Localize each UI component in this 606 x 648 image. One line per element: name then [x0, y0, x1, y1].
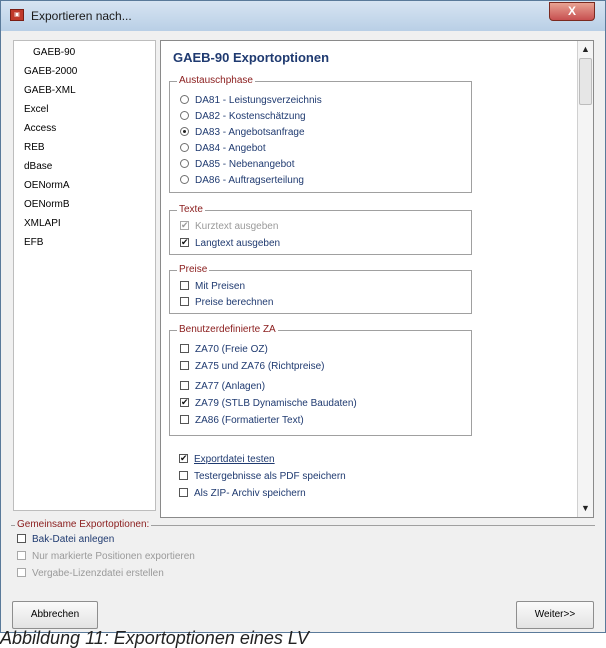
preise-group: Preise Mit Preisen Preise berechnen — [169, 264, 472, 314]
window-title: Exportieren nach... — [31, 9, 132, 23]
checkbox-zip-archiv-box[interactable] — [179, 487, 188, 497]
checkbox-za86-box[interactable] — [180, 414, 189, 424]
app-icon: ▣ — [10, 9, 24, 21]
radio-indicator[interactable] — [180, 126, 189, 136]
checkbox-bak-datei[interactable]: Bak-Datei anlegen — [17, 533, 115, 545]
preise-legend: Preise — [177, 264, 210, 276]
checkbox-pdf-speichern-box[interactable] — [179, 470, 188, 480]
export-dialog: ▣ Exportieren nach... X GAEB-90 GAEB-200… — [0, 0, 606, 633]
checkbox-mit-preisen-box[interactable] — [180, 280, 189, 290]
radio-da83[interactable]: DA83 - Angebotsanfrage — [180, 126, 305, 138]
format-item-dbase[interactable]: dBase — [24, 161, 52, 172]
radio-da84[interactable]: DA84 - Angebot — [180, 142, 266, 154]
checkbox-nur-markierte-box[interactable] — [17, 550, 26, 560]
benutzerdefinierte-za-legend: Benutzerdefinierte ZA — [177, 324, 278, 336]
format-item-reb[interactable]: REB — [24, 142, 45, 153]
checkbox-za75-box[interactable] — [180, 360, 189, 370]
checkbox-za77-box[interactable] — [180, 380, 189, 390]
austauschphase-legend: Austauschphase — [177, 75, 255, 87]
scroll-down-arrow[interactable]: ▼ — [578, 500, 593, 517]
checkbox-langtext[interactable]: ✔ Langtext ausgeben — [180, 237, 281, 249]
checkbox-exportdatei-testen[interactable]: ✔ Exportdatei testen — [179, 453, 275, 465]
format-item-oenormb[interactable]: OENormB — [24, 199, 70, 210]
checkbox-pdf-speichern[interactable]: Testergebnisse als PDF speichern — [179, 470, 346, 482]
format-item-oenorma[interactable]: OENormA — [24, 180, 70, 191]
checkbox-za77-label: ZA77 (Anlagen) — [195, 381, 266, 392]
checkbox-kurztext[interactable]: ✔ Kurztext ausgeben — [180, 220, 279, 232]
vertical-scrollbar[interactable]: ▲ ▼ — [577, 41, 593, 517]
benutzerdefinierte-za-group: Benutzerdefinierte ZA ZA70 (Freie OZ) ZA… — [169, 324, 472, 436]
checkbox-exportdatei-testen-box[interactable]: ✔ — [179, 453, 188, 463]
radio-da85-label: DA85 - Nebenangebot — [195, 159, 295, 170]
title-bar: ▣ Exportieren nach... X — [1, 1, 605, 31]
format-list: GAEB-90 GAEB-2000 GAEB-XML Excel Access … — [13, 40, 156, 511]
radio-da82-label: DA82 - Kostenschätzung — [195, 111, 306, 122]
radio-indicator[interactable] — [180, 158, 189, 168]
checkbox-langtext-box[interactable]: ✔ — [180, 237, 189, 247]
checkbox-preise-berechnen-label: Preise berechnen — [195, 297, 274, 308]
figure-caption: Abbildung 11: Exportoptionen eines LV — [0, 628, 309, 648]
checkbox-vergabe-lizenz-label: Vergabe-Lizenzdatei erstellen — [32, 568, 164, 579]
radio-indicator[interactable] — [180, 142, 189, 152]
cancel-button[interactable]: Abbrechen — [12, 601, 98, 629]
checkbox-kurztext-box[interactable]: ✔ — [180, 220, 189, 230]
checkbox-zip-archiv-label: Als ZIP- Archiv speichern — [194, 488, 306, 499]
texte-group: Texte ✔ Kurztext ausgeben ✔ Langtext ausge… — [169, 204, 472, 255]
format-item-excel[interactable]: Excel — [24, 104, 48, 115]
checkbox-za86[interactable]: ZA86 (Formatierter Text) — [180, 414, 304, 426]
checkbox-za79[interactable]: ✔ ZA79 (STLB Dynamische Baudaten) — [180, 397, 357, 409]
scroll-thumb[interactable] — [579, 58, 592, 105]
panel-title: GAEB-90 Exportoptionen — [173, 50, 330, 65]
options-panel: GAEB-90 Exportoptionen Austauschphase DA… — [160, 40, 594, 518]
radio-da85[interactable]: DA85 - Nebenangebot — [180, 158, 295, 170]
checkbox-mit-preisen[interactable]: Mit Preisen — [180, 280, 246, 292]
checkbox-za75[interactable]: ZA75 und ZA76 (Richtpreise) — [180, 360, 325, 372]
checkbox-nur-markierte[interactable]: Nur markierte Positionen exportieren — [17, 550, 195, 562]
close-button[interactable]: X — [549, 2, 595, 21]
checkbox-za79-box[interactable]: ✔ — [180, 397, 189, 407]
austauschphase-group: Austauschphase DA81 - Leistungsverzeichn… — [169, 75, 472, 193]
radio-da81-label: DA81 - Leistungsverzeichnis — [195, 95, 322, 106]
checkbox-kurztext-label: Kurztext ausgeben — [195, 221, 279, 232]
radio-indicator[interactable] — [180, 174, 189, 184]
checkbox-vergabe-lizenz-box[interactable] — [17, 567, 26, 577]
radio-indicator[interactable] — [180, 110, 189, 120]
checkbox-za70-label: ZA70 (Freie OZ) — [195, 344, 268, 355]
checkbox-exportdatei-testen-label: Exportdatei testen — [194, 454, 275, 465]
scroll-up-arrow[interactable]: ▲ — [578, 41, 593, 58]
checkbox-zip-archiv[interactable]: Als ZIP- Archiv speichern — [179, 487, 306, 499]
format-item-access[interactable]: Access — [24, 123, 56, 134]
checkbox-za70[interactable]: ZA70 (Freie OZ) — [180, 343, 268, 355]
radio-da81[interactable]: DA81 - Leistungsverzeichnis — [180, 94, 322, 106]
format-item-gaeb-2000[interactable]: GAEB-2000 — [24, 66, 77, 77]
checkbox-za79-label: ZA79 (STLB Dynamische Baudaten) — [195, 398, 357, 409]
checkbox-bak-datei-label: Bak-Datei anlegen — [32, 534, 115, 545]
common-options-legend: Gemeinsame Exportoptionen: — [15, 519, 152, 531]
checkbox-preise-berechnen[interactable]: Preise berechnen — [180, 296, 274, 308]
radio-indicator[interactable] — [180, 94, 189, 104]
checkbox-nur-markierte-label: Nur markierte Positionen exportieren — [32, 551, 195, 562]
format-item-xmlapi[interactable]: XMLAPI — [24, 218, 61, 229]
checkbox-vergabe-lizenz[interactable]: Vergabe-Lizenzdatei erstellen — [17, 567, 164, 579]
common-options-group: Gemeinsame Exportoptionen: Bak-Datei anl… — [11, 519, 595, 583]
checkbox-pdf-speichern-label: Testergebnisse als PDF speichern — [194, 471, 346, 482]
format-item-gaeb-xml[interactable]: GAEB-XML — [24, 85, 76, 96]
texte-legend: Texte — [177, 204, 205, 216]
radio-da86[interactable]: DA86 - Auftragserteilung — [180, 174, 304, 186]
checkbox-mit-preisen-label: Mit Preisen — [195, 281, 246, 292]
checkbox-langtext-label: Langtext ausgeben — [195, 238, 281, 249]
checkbox-za75-label: ZA75 und ZA76 (Richtpreise) — [195, 361, 325, 372]
format-item-gaeb-90[interactable]: GAEB-90 — [33, 47, 75, 58]
checkbox-preise-berechnen-box[interactable] — [180, 296, 189, 306]
radio-da83-label: DA83 - Angebotsanfrage — [195, 127, 305, 138]
checkbox-bak-datei-box[interactable] — [17, 533, 26, 543]
radio-da82[interactable]: DA82 - Kostenschätzung — [180, 110, 306, 122]
next-button[interactable]: Weiter>> — [516, 601, 594, 629]
radio-da86-label: DA86 - Auftragserteilung — [195, 175, 304, 186]
checkbox-za70-box[interactable] — [180, 343, 189, 353]
format-item-efb[interactable]: EFB — [24, 237, 43, 248]
radio-da84-label: DA84 - Angebot — [195, 143, 266, 154]
checkbox-za86-label: ZA86 (Formatierter Text) — [195, 415, 304, 426]
checkbox-za77[interactable]: ZA77 (Anlagen) — [180, 380, 266, 392]
